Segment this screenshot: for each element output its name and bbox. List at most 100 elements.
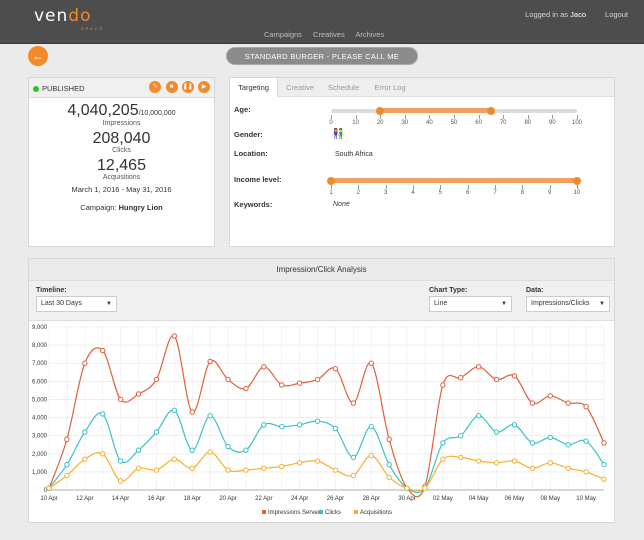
tab-error-log[interactable]: Error Log — [366, 78, 414, 97]
income-range-slider[interactable]: 1 2 3 4 5 6 7 8 9 10 — [327, 174, 581, 198]
data-point — [135, 391, 142, 397]
back-arrow-icon[interactable]: ← — [28, 46, 48, 66]
data-point — [279, 463, 285, 470]
stop-icon[interactable]: ■ — [165, 81, 178, 93]
play-icon[interactable]: ▶ — [198, 81, 210, 93]
x-tick-label: 16 Apr — [148, 496, 165, 502]
income-label: Income level: — [234, 175, 282, 184]
data-point — [511, 422, 518, 428]
slider-tick-label: 90 — [549, 120, 556, 126]
data-point — [100, 347, 106, 354]
slider-tick-label: 30 — [401, 120, 409, 126]
data-point — [225, 376, 231, 383]
data-point — [82, 360, 88, 366]
data-point — [189, 409, 195, 415]
slider-handle-min[interactable] — [327, 177, 335, 185]
slider-tick — [440, 185, 442, 189]
status-badge: PUBLISHED — [33, 84, 85, 93]
slider-tick — [385, 185, 387, 189]
data-point — [225, 443, 231, 450]
data-point — [440, 440, 446, 446]
data-point — [46, 485, 52, 491]
data-point — [243, 385, 249, 392]
slider-tick-label: 0 — [329, 120, 333, 126]
data-point — [171, 456, 178, 462]
data-point — [565, 400, 571, 406]
nav-campaigns[interactable]: Campaigns — [264, 30, 302, 39]
data-point — [135, 465, 142, 471]
data-point — [368, 423, 374, 430]
campaign-stats-panel: PUBLISHED ✎ ■ ❚❚ ▶ 4,040,205/10,000,000 … — [28, 77, 215, 247]
slider-tick — [454, 115, 455, 119]
slider-handle-max[interactable] — [486, 107, 495, 115]
tab-schedule[interactable]: Schedule — [322, 78, 365, 97]
data-point — [386, 461, 392, 468]
data-point — [243, 447, 249, 453]
data-point — [82, 456, 88, 462]
timeline-select[interactable]: Last 30 Days ▼ — [36, 296, 117, 312]
data-point — [64, 436, 70, 442]
x-tick-label: 30 Apr — [398, 496, 415, 502]
age-range-slider[interactable]: 0 10 20 30 40 50 60 70 80 90 100 — [329, 104, 582, 128]
y-tick-label: 6,000 — [32, 379, 48, 385]
brand-wordmark: vendo — [34, 6, 92, 26]
data-point — [207, 413, 213, 419]
slider-tick — [331, 115, 332, 119]
slider-tick — [355, 115, 357, 119]
data-point — [458, 454, 464, 461]
data-select[interactable]: Impressions/Clicks ▼ — [526, 296, 610, 312]
slider-tick-label: 4 — [411, 190, 415, 196]
data-point — [386, 474, 392, 481]
data-point — [368, 452, 374, 459]
data-point — [100, 411, 106, 417]
slider-tick — [404, 115, 406, 119]
x-tick-label: 20 Apr — [219, 496, 236, 502]
nav-archives[interactable]: Archives — [355, 30, 384, 39]
legend-swatch — [354, 510, 358, 514]
targeting-tabs: Targeting Creative Schedule Error Log — [230, 78, 614, 97]
data-point — [64, 461, 70, 468]
data-point — [332, 467, 339, 473]
series-line-2 — [48, 451, 605, 492]
edit-icon[interactable]: ✎ — [149, 81, 162, 93]
data-point — [475, 458, 482, 464]
slider-tick-label: 40 — [426, 120, 433, 126]
data-point — [350, 472, 357, 479]
page-title: STANDARD BURGER - PLEASE CALL ME — [226, 47, 418, 65]
slider-tick-label: 2 — [356, 190, 360, 196]
age-label: Age: — [234, 105, 251, 114]
username: Jaco — [570, 10, 586, 19]
data-point — [332, 365, 339, 372]
gender-male-female-icon: 👫 — [332, 129, 345, 140]
chart-type-select[interactable]: Line ▼ — [429, 296, 512, 312]
nav-creatives[interactable]: Creatives — [313, 30, 345, 39]
legend-swatch — [319, 510, 323, 514]
data-point — [332, 425, 339, 432]
slider-handle-min[interactable] — [376, 107, 385, 115]
slider-tick-label: 50 — [450, 120, 458, 126]
slider-tick-label: 80 — [524, 120, 532, 126]
data-point — [368, 360, 374, 366]
x-tick-label: 06 May — [505, 496, 525, 502]
data-point — [64, 472, 70, 479]
slider-tick — [478, 115, 480, 119]
tab-targeting[interactable]: Targeting — [230, 78, 278, 97]
data-point — [225, 467, 231, 473]
slider-tick-label: 70 — [499, 120, 507, 126]
legend-label: Impressions Served — [268, 510, 321, 516]
data-point — [117, 458, 124, 464]
data-point — [117, 478, 124, 484]
slider-handle-max[interactable] — [573, 177, 581, 185]
data-point — [314, 458, 321, 464]
logout-link[interactable]: Logout — [605, 10, 628, 19]
data-point — [153, 467, 160, 473]
brand-logo[interactable]: vendo SPACE — [34, 6, 114, 31]
pause-icon[interactable]: ❚❚ — [181, 81, 194, 93]
chart-filters: Timeline: Last 30 Days ▼ Chart Type: Line… — [29, 281, 614, 321]
x-tick-label: 26 Apr — [327, 496, 344, 502]
x-tick-label: 18 Apr — [184, 496, 201, 502]
data-point — [493, 429, 500, 435]
tab-creative[interactable]: Creative — [279, 78, 321, 97]
data-point — [279, 423, 285, 430]
x-tick-label: 14 Apr — [112, 496, 129, 502]
